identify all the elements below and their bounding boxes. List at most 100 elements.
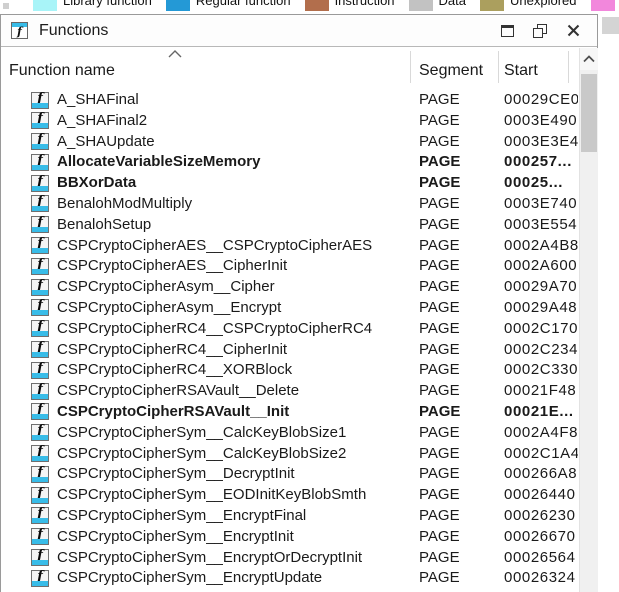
column-header-start[interactable]: Start (504, 62, 538, 80)
function-icon-stripe (32, 456, 48, 461)
function-name: CSPCryptoCipherRC4__XORBlock (57, 360, 575, 381)
segment-value: PAGE (419, 298, 460, 319)
function-icon-stripe (32, 394, 48, 399)
function-row[interactable]: f CSPCryptoCipherRSAVault__Init PAGE 000… (1, 402, 597, 423)
legend-edge-fragment (3, 3, 9, 9)
start-address: 00029A48 (504, 298, 578, 319)
function-row[interactable]: f CSPCryptoCipherRSAVault__Delete PAGE 0… (1, 381, 597, 402)
maximize-icon (501, 25, 514, 37)
function-row[interactable]: f CSPCryptoCipherAsym__Encrypt PAGE 0002… (1, 298, 597, 319)
legend-item: Regular function (166, 0, 291, 11)
function-icon-stripe (32, 331, 48, 336)
column-separator[interactable] (498, 51, 499, 83)
function-row[interactable]: f CSPCryptoCipherSym__DecryptInit PAGE 0… (1, 464, 597, 485)
scroll-up-button[interactable] (580, 48, 598, 70)
function-row[interactable]: f CSPCryptoCipherRC4__XORBlock PAGE 0002… (1, 360, 597, 381)
function-icon-stripe (32, 310, 48, 315)
start-address: 0002A4F8 (504, 423, 578, 444)
function-icon: f (31, 154, 49, 171)
segment-value: PAGE (419, 527, 460, 548)
segment-value: PAGE (419, 277, 460, 298)
function-icon: f (31, 175, 49, 192)
column-separator[interactable] (410, 51, 411, 83)
window-titlebar[interactable]: f Functions (1, 15, 597, 47)
segment-value: PAGE (419, 173, 460, 194)
function-row[interactable]: f BBXorData PAGE 00025... (1, 173, 597, 194)
function-name: CSPCryptoCipherSym__DecryptInit (57, 464, 575, 485)
segment-value: PAGE (419, 423, 460, 444)
function-name: CSPCryptoCipherSym__EncryptInit (57, 527, 575, 548)
start-address: 0003E3E4 (504, 132, 578, 153)
function-row[interactable]: f CSPCryptoCipherSym__EncryptOrDecryptIn… (1, 548, 597, 569)
window-controls (497, 21, 589, 41)
function-row[interactable]: f CSPCryptoCipherSym__EODInitKeyBlobSmth… (1, 485, 597, 506)
legend-item: Unexplored (480, 0, 577, 11)
start-address: 0003E740 (504, 194, 578, 215)
function-name: BenalohSetup (57, 215, 575, 236)
function-row[interactable]: f CSPCryptoCipherSym__EncryptFinal PAGE … (1, 506, 597, 527)
screen: Library function Regular function Instru… (0, 0, 619, 592)
function-row[interactable]: f CSPCryptoCipherSym__CalcKeyBlobSize1 P… (1, 423, 597, 444)
function-name: BenalohModMultiply (57, 194, 575, 215)
function-icon: f (31, 112, 49, 129)
start-address: 00026564 (504, 548, 578, 569)
function-icon: f (31, 570, 49, 587)
function-row[interactable]: f A_SHAUpdate PAGE 0003E3E4 (1, 132, 597, 153)
function-icon-stripe (32, 373, 48, 378)
background-window-fragment (602, 17, 619, 34)
segment-value: PAGE (419, 464, 460, 485)
function-icon-stripe (32, 227, 48, 232)
legend-item-label: Library function (63, 0, 152, 9)
function-name: CSPCryptoCipherSym__CalcKeyBlobSize1 (57, 423, 575, 444)
function-icon-stripe (32, 103, 48, 108)
segment-value: PAGE (419, 319, 460, 340)
start-address: 0002A4B8 (504, 236, 578, 257)
function-row[interactable]: f CSPCryptoCipherAES__CSPCryptoCipherAES… (1, 236, 597, 257)
scrollbar-thumb[interactable] (581, 74, 597, 152)
legend-color-chip (166, 0, 190, 11)
function-row[interactable]: f BenalohModMultiply PAGE 0003E740 (1, 194, 597, 215)
function-icon: f (31, 299, 49, 316)
legend-item-label: Regular function (196, 0, 291, 9)
start-address: 00026324 (504, 568, 578, 589)
maximize-button[interactable] (497, 21, 517, 41)
function-row[interactable]: f CSPCryptoCipherSym__CalcKeyBlobSize2 P… (1, 444, 597, 465)
legend-item (591, 0, 619, 11)
column-header-function-name[interactable]: Function name (9, 62, 115, 80)
function-row[interactable]: f CSPCryptoCipherAES__CipherInit PAGE 00… (1, 256, 597, 277)
close-icon (566, 23, 581, 38)
function-name: CSPCryptoCipherRSAVault__Init (57, 402, 575, 423)
function-icon-stripe (32, 539, 48, 544)
function-name: CSPCryptoCipherAES__CSPCryptoCipherAES (57, 236, 575, 257)
function-icon: f (31, 403, 49, 420)
close-button[interactable] (563, 21, 583, 41)
function-row[interactable]: f CSPCryptoCipherSym__EncryptUpdate PAGE… (1, 568, 597, 589)
function-icon-stripe (32, 186, 48, 191)
function-icon-stripe (32, 414, 48, 419)
segment-value: PAGE (419, 360, 460, 381)
function-row[interactable]: f AllocateVariableSizeMemory PAGE 000257… (1, 152, 597, 173)
segment-value: PAGE (419, 444, 460, 465)
function-icon: f (31, 133, 49, 150)
start-address: 000266A8 (504, 464, 578, 485)
function-name: BBXorData (57, 173, 575, 194)
function-row[interactable]: f CSPCryptoCipherAsym__Cipher PAGE 00029… (1, 277, 597, 298)
column-separator[interactable] (568, 51, 569, 83)
start-address: 00026440 (504, 485, 578, 506)
column-header-segment[interactable]: Segment (419, 62, 483, 80)
legend-item-label: Unexplored (510, 0, 577, 9)
vertical-scrollbar[interactable] (579, 48, 598, 592)
start-address: 0003E490 (504, 111, 578, 132)
restore-button[interactable] (530, 21, 550, 41)
function-icon: f (31, 341, 49, 358)
start-address: 0002C330 (504, 360, 578, 381)
function-icon-stripe (32, 165, 48, 170)
function-row[interactable]: f BenalohSetup PAGE 0003E554 (1, 215, 597, 236)
function-row[interactable]: f CSPCryptoCipherSym__EncryptInit PAGE 0… (1, 527, 597, 548)
function-name: CSPCryptoCipherAES__CipherInit (57, 256, 575, 277)
function-icon-stripe (32, 477, 48, 482)
function-row[interactable]: f A_SHAFinal PAGE 00029CE0 (1, 90, 597, 111)
function-row[interactable]: f CSPCryptoCipherRC4__CSPCryptoCipherRC4… (1, 319, 597, 340)
function-row[interactable]: f CSPCryptoCipherRC4__CipherInit PAGE 00… (1, 340, 597, 361)
function-row[interactable]: f A_SHAFinal2 PAGE 0003E490 (1, 111, 597, 132)
